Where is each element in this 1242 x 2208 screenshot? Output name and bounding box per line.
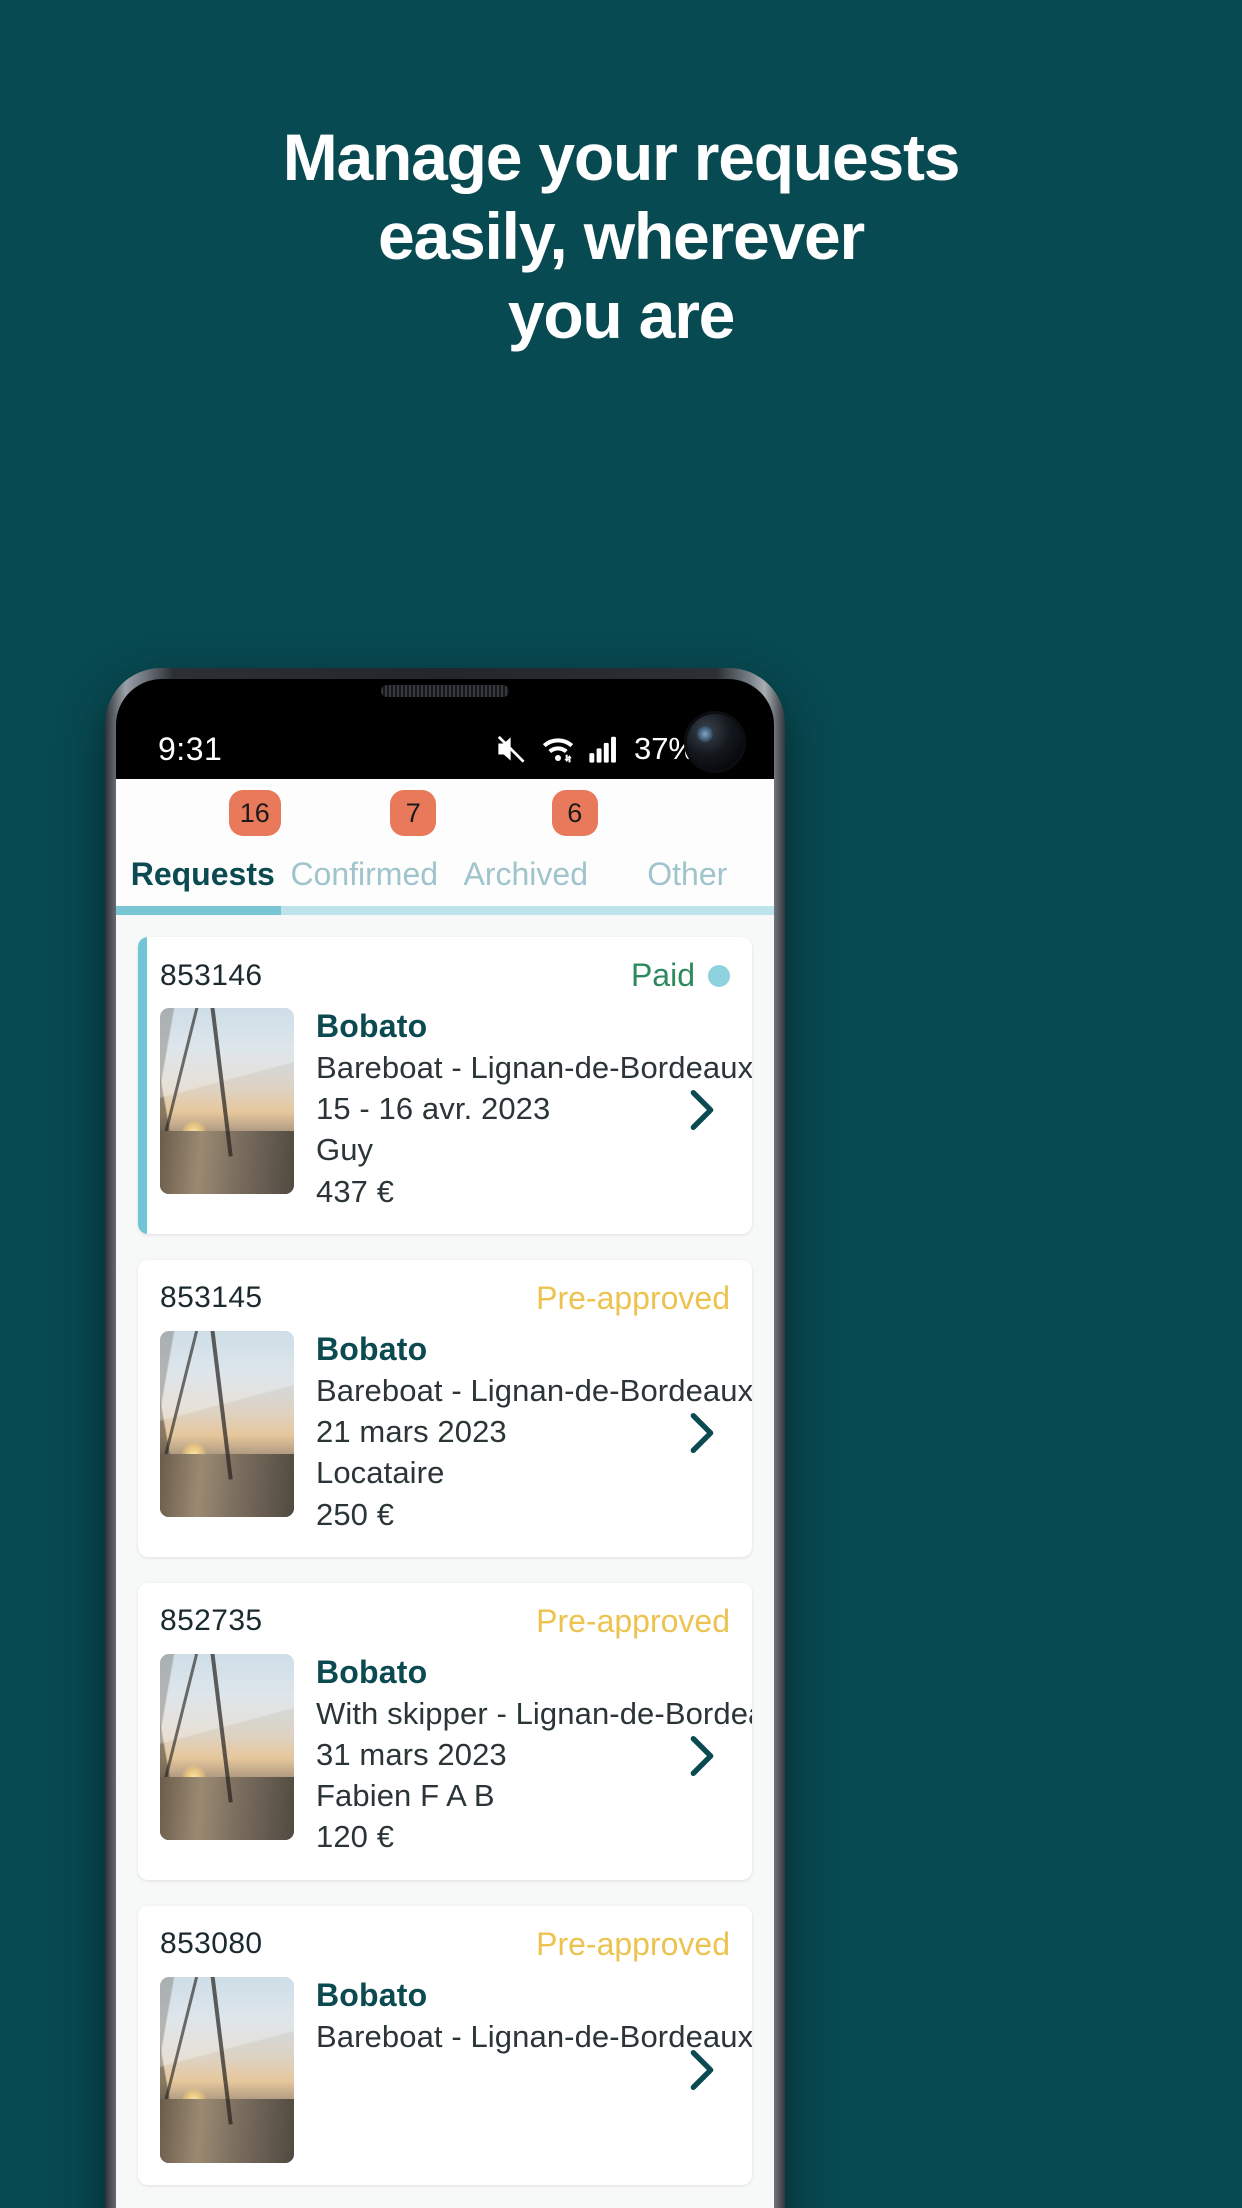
chevron-right-icon[interactable]: [676, 1730, 730, 1782]
booking-dates: 15 - 16 avr. 2023: [316, 1091, 551, 1127]
status-badge: Pre-approved: [536, 1926, 730, 1963]
booking-price: 437 €: [316, 1173, 395, 1209]
booking-type: With skipper - Lignan-de-Bordeaux: [316, 1695, 752, 1731]
request-reference: 853145: [160, 1281, 263, 1315]
boat-name: Bobato: [316, 1976, 428, 2013]
phone-mockup: 9:31 37% 16 Requests 7 Confirmed 6 Archi…: [105, 668, 785, 2208]
card-header: 853080 Pre-approved: [160, 1926, 730, 1963]
front-camera-icon: [684, 711, 746, 773]
boat-name: Bobato: [316, 1330, 428, 1367]
status-label: Paid: [630, 957, 695, 993]
tab-list: 16 Requests 7 Confirmed 6 Archived Other: [122, 779, 768, 915]
request-reference: 852735: [160, 1604, 263, 1638]
renter-name: Fabien F A B: [316, 1778, 495, 1814]
tab-confirmed-label: Confirmed: [290, 856, 439, 892]
boat-thumbnail: [160, 1653, 294, 1840]
promo-headline: Manage your requests easily, wherever yo…: [0, 118, 1242, 356]
card-info: Bobato With skipper - Lignan-de-Bordeaux…: [316, 1653, 752, 1858]
phone-screen: 9:31 37% 16 Requests 7 Confirmed 6 Archi…: [116, 679, 774, 2208]
status-dot-icon: [708, 964, 730, 987]
card-info: Bobato Bareboat - Lignan-de-Bordeaux 21 …: [316, 1330, 752, 1535]
booking-type: Bareboat - Lignan-de-Bordeaux: [316, 2018, 752, 2054]
request-card[interactable]: 853080 Pre-approved Bobato Bareboat - Li…: [138, 1905, 752, 2185]
request-card[interactable]: 853145 Pre-approved Bobato Bareboat - Li…: [138, 1259, 752, 1557]
card-body: Bobato With skipper - Lignan-de-Bordeaux…: [160, 1653, 752, 1858]
request-card[interactable]: 853146 Paid Bobato Bareboat - Lignan-de-…: [138, 937, 752, 1234]
card-body: Bobato Bareboat - Lignan-de-Bordeaux 15 …: [160, 1008, 752, 1212]
wifi-icon: [541, 734, 575, 764]
boat-thumbnail: [160, 1976, 294, 2163]
tab-confirmed-badge: 7: [390, 790, 437, 836]
earpiece-speaker-icon: [381, 685, 509, 697]
headline-line-2: easily, wherever: [378, 199, 865, 274]
boat-deck: [160, 1130, 294, 1194]
tab-requests-label: Requests: [130, 856, 275, 892]
tab-archived-label: Archived: [463, 856, 589, 892]
mute-icon: [495, 734, 529, 764]
tab-other-label: Other: [647, 856, 728, 892]
status-badge: Paid: [631, 957, 730, 994]
status-label: Pre-approved: [536, 1279, 730, 1316]
boat-deck: [160, 1453, 294, 1517]
tab-underline: [116, 906, 774, 915]
card-info: Bobato Bareboat - Lignan-de-Bordeaux: [316, 1976, 752, 2057]
renter-name: Locataire: [316, 1455, 445, 1491]
request-reference: 853146: [160, 958, 263, 992]
booking-price: 120 €: [316, 1819, 395, 1855]
status-badge: Pre-approved: [536, 1280, 730, 1317]
chevron-right-icon[interactable]: [676, 1407, 730, 1459]
boat-deck: [160, 2099, 294, 2163]
card-header: 853146 Paid: [160, 957, 730, 994]
card-header: 852735 Pre-approved: [160, 1603, 730, 1640]
booking-dates: 21 mars 2023: [316, 1414, 507, 1450]
status-clock: 9:31: [158, 730, 223, 767]
status-bar: 9:31 37%: [116, 717, 774, 781]
renter-name: Guy: [316, 1132, 374, 1168]
boat-name: Bobato: [316, 1653, 428, 1690]
headline-line-1: Manage your requests: [282, 120, 961, 194]
request-reference: 853080: [160, 1927, 263, 1961]
request-card[interactable]: 852735 Pre-approved Bobato With skipper …: [138, 1582, 752, 1880]
booking-type: Bareboat - Lignan-de-Bordeaux: [316, 1372, 752, 1408]
signal-icon: [587, 734, 619, 764]
app-viewport: 16 Requests 7 Confirmed 6 Archived Other: [116, 779, 774, 2208]
chevron-right-icon[interactable]: [676, 1084, 730, 1136]
tab-requests-badge: 16: [228, 790, 281, 836]
status-label: Pre-approved: [536, 1602, 730, 1639]
status-label: Pre-approved: [536, 1925, 730, 1962]
tab-archived-badge: 6: [551, 790, 598, 836]
booking-dates: 31 mars 2023: [316, 1736, 507, 1772]
tab-active-indicator: [116, 906, 281, 915]
boat-deck: [160, 1776, 294, 1840]
status-badge: Pre-approved: [536, 1603, 730, 1640]
card-body: Bobato Bareboat - Lignan-de-Bordeaux: [160, 1976, 752, 2163]
boat-name: Bobato: [316, 1008, 428, 1044]
headline-line-3: you are: [507, 278, 736, 353]
chevron-right-icon[interactable]: [676, 2044, 730, 2096]
booking-price: 250 €: [316, 1496, 395, 1532]
request-list[interactable]: 853146 Paid Bobato Bareboat - Lignan-de-…: [116, 915, 774, 2185]
boat-thumbnail: [160, 1330, 294, 1517]
card-body: Bobato Bareboat - Lignan-de-Bordeaux 21 …: [160, 1330, 752, 1535]
card-header: 853145 Pre-approved: [160, 1280, 730, 1317]
card-info: Bobato Bareboat - Lignan-de-Bordeaux 15 …: [316, 1008, 752, 1212]
boat-thumbnail: [160, 1008, 294, 1194]
tab-bar: 16 Requests 7 Confirmed 6 Archived Other: [116, 779, 774, 915]
booking-type: Bareboat - Lignan-de-Bordeaux: [316, 1050, 752, 1085]
